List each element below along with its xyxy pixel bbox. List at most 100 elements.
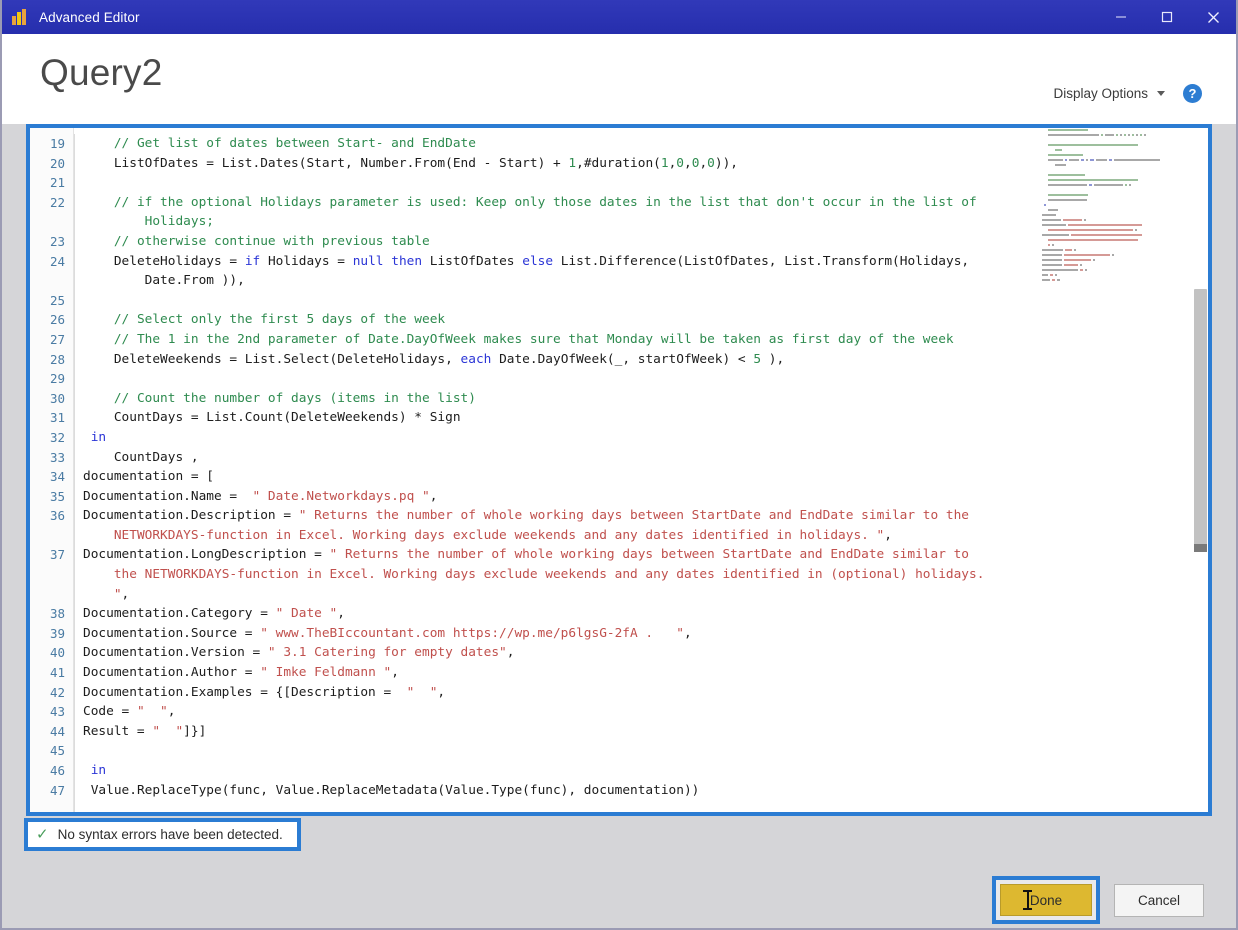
code-token: the NETWORKDAYS-function in Excel. Worki… [113,567,985,583]
code-token: " www.TheBIccountant.com https://wp.me/p… [260,625,684,641]
footer-buttons: Done Cancel [992,876,1204,924]
chevron-down-icon [1157,91,1165,96]
code-line[interactable]: Documentation.Source = " www.TheBIccount… [83,624,1208,644]
code-token: )), [714,155,739,171]
code-line[interactable] [83,369,1208,389]
code-line[interactable]: CountDays = List.Count(DeleteWeekends) *… [83,408,1208,428]
maximize-icon[interactable] [1144,0,1190,34]
code-line[interactable]: // Get list of dates between Start- and … [83,134,1208,154]
code-token: Holidays = [260,253,353,269]
code-line[interactable]: DeleteWeekends = List.Select(DeleteHolid… [83,350,1208,370]
display-options-button[interactable]: Display Options [1053,86,1165,101]
code-token: " " [136,704,168,720]
window-controls [1098,0,1236,34]
done-button[interactable]: Done [1000,884,1092,916]
code-line[interactable]: documentation = [ [83,467,1208,487]
line-number: 25 [49,292,65,308]
line-number [30,565,73,585]
help-icon[interactable]: ? [1183,84,1202,103]
editor-header: Query2 Display Options ? [2,34,1236,124]
code-token: 0 [707,155,715,171]
code-token: CountDays = List.Count(DeleteWeekends) *… [113,410,461,426]
code-line[interactable]: Date.From )), [83,271,1208,291]
code-token: Value.ReplaceType(func, Value.ReplaceMet… [90,782,700,798]
code-line[interactable]: NETWORKDAYS-function in Excel. Working d… [83,526,1208,546]
code-token: else [522,253,554,269]
code-line[interactable]: Value.ReplaceType(func, Value.ReplaceMet… [83,781,1208,801]
code-token: // if the optional Holidays parameter is… [113,194,977,210]
code-line[interactable]: // Count the number of days (items in th… [83,389,1208,409]
window-title: Advanced Editor [39,9,140,25]
line-number: 23 [49,233,65,249]
code-token: Date.DayOfWeek(_, startOfWeek) < [491,351,754,367]
code-token: 1 [568,155,577,171]
code-line[interactable]: Documentation.Version = " 3.1 Catering f… [83,643,1208,663]
code-line[interactable]: DeleteHolidays = if Holidays = null then… [83,252,1208,272]
code-line[interactable]: Documentation.Name = " Date.Networkdays.… [83,487,1208,507]
title-bar: Advanced Editor [2,0,1236,34]
code-token: , [429,488,438,504]
code-token: , [683,625,692,641]
indent-guide [74,134,75,812]
close-icon[interactable] [1190,0,1236,34]
code-line[interactable]: // The 1 in the 2nd parameter of Date.Da… [83,330,1208,350]
code-token: 1 [660,155,669,171]
code-line[interactable]: CountDays , [83,448,1208,468]
code-line[interactable]: // otherwise continue with previous tabl… [83,232,1208,252]
code-line[interactable]: Result = " "]}] [83,722,1208,742]
dialog-footer: Done Cancel [2,868,1236,928]
code-token: DeleteHolidays = [113,253,245,269]
done-button-highlight: Done [992,876,1100,924]
code-line[interactable]: // if the optional Holidays parameter is… [83,193,1208,213]
code-line[interactable]: Documentation.Category = " Date ", [83,604,1208,624]
line-number: 40 [49,645,65,661]
code-token: , [699,155,708,171]
line-number: 22 [49,194,65,210]
code-token: " [113,586,122,602]
line-number: 41 [49,665,65,681]
check-icon: ✓ [36,826,49,843]
code-token: then [391,253,423,269]
code-token: in [90,763,107,778]
code-token: ListOfDates = List.Dates(Start, Number.F… [113,155,569,171]
code-line[interactable]: in [83,428,1208,448]
line-number: 21 [49,175,65,191]
code-line[interactable]: ListOfDates = List.Dates(Start, Number.F… [83,154,1208,174]
code-token: " Date " [275,606,338,622]
line-number [30,271,73,291]
cancel-button[interactable]: Cancel [1114,883,1204,917]
code-line[interactable]: ", [83,585,1208,605]
code-token: Code = [83,704,137,720]
line-number: 26 [49,312,65,328]
code-line[interactable]: in [83,761,1208,781]
code-editor[interactable]: 19 20 21 22 23 24 25 26 27 28 29 30 31 32 33 34 35 36 3… [30,128,1208,812]
code-line[interactable] [83,741,1208,761]
header-actions: Display Options ? [1053,84,1202,103]
code-line[interactable]: Documentation.Examples = {[Description =… [83,683,1208,703]
code-token: ,#duration( [576,155,661,171]
code-token: " " [406,684,438,700]
code-line[interactable] [83,173,1208,193]
editor-scrollbar[interactable] [1193,128,1208,812]
code-token: " Returns the number of whole working da… [329,547,970,563]
code-content[interactable]: // Get list of dates between Start- and … [74,128,1208,812]
scrollbar-thumb[interactable] [1194,289,1207,552]
code-token: in [90,429,107,445]
code-token: , [684,155,692,171]
display-options-label: Display Options [1053,86,1148,101]
code-line[interactable]: // Select only the first 5 days of the w… [83,310,1208,330]
code-line[interactable]: the NETWORKDAYS-function in Excel. Worki… [83,565,1208,585]
minimize-icon[interactable] [1098,0,1144,34]
code-token: // Count the number of days (items in th… [113,390,476,406]
line-number: 35 [49,488,65,504]
code-line[interactable]: Documentation.Description = " Returns th… [83,506,1208,526]
code-line[interactable]: Documentation.LongDescription = " Return… [83,545,1208,565]
code-line[interactable] [83,291,1208,311]
code-line[interactable]: Code = " ", [83,702,1208,722]
code-token: each [460,351,492,367]
code-token: null [352,253,384,269]
code-token: Documentation.Description = [83,508,299,524]
code-line[interactable]: Documentation.Author = " Imke Feldmann "… [83,663,1208,683]
code-token: , [506,645,515,661]
code-line[interactable]: Holidays; [83,212,1208,232]
